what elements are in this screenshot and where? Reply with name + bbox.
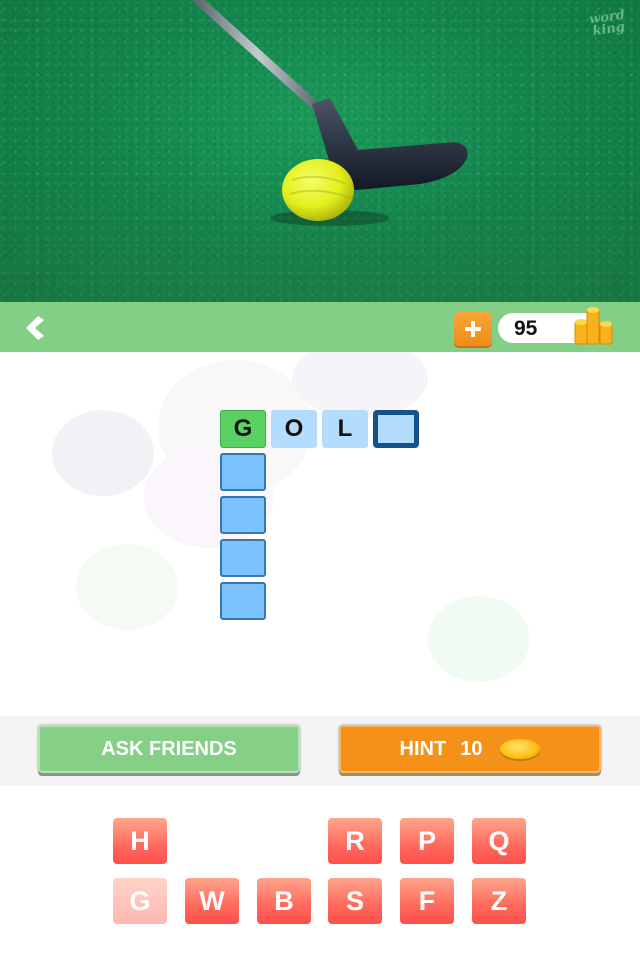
letter-key-f[interactable]: F <box>400 878 454 924</box>
letter-key-r[interactable]: R <box>328 818 382 864</box>
across-tile-3[interactable]: L <box>322 410 368 448</box>
letter-key-w[interactable]: W <box>185 878 239 924</box>
across-tile-2[interactable]: O <box>271 410 317 448</box>
letter-key-z[interactable]: Z <box>472 878 526 924</box>
letter-key-g-used[interactable]: G <box>113 878 167 924</box>
down-tile-5[interactable] <box>220 582 266 620</box>
golf-scene-illustration <box>193 0 468 226</box>
across-tile-1[interactable]: G <box>220 410 266 448</box>
down-tile-4[interactable] <box>220 539 266 577</box>
decor-bubble <box>428 596 530 682</box>
hint-label: HINT <box>399 737 447 760</box>
add-coins-button[interactable] <box>454 312 492 346</box>
decor-bubble <box>76 544 178 630</box>
clue-photo: word king <box>0 0 640 302</box>
decor-bubble <box>52 410 154 496</box>
down-tile-2[interactable] <box>220 453 266 491</box>
club-shaft <box>193 0 323 113</box>
hint-button[interactable]: HINT 10 <box>339 725 601 773</box>
ask-friends-button[interactable]: ASK FRIENDS <box>38 725 300 773</box>
crossword-area: G O L <box>0 352 640 716</box>
action-bar: ASK FRIENDS HINT 10 <box>0 716 640 786</box>
letter-key-q[interactable]: Q <box>472 818 526 864</box>
letter-key-s[interactable]: S <box>328 878 382 924</box>
brand-watermark: word king <box>588 8 628 39</box>
down-tile-3[interactable] <box>220 496 266 534</box>
letter-key-b[interactable]: B <box>257 878 311 924</box>
back-button[interactable] <box>22 314 48 342</box>
ask-friends-label: ASK FRIENDS <box>101 737 237 760</box>
coin-stack-icon <box>574 307 613 345</box>
coin-count: 95 <box>514 317 538 340</box>
decor-bubble <box>292 352 428 418</box>
chevron-left-icon <box>26 316 44 340</box>
letter-key-h[interactable]: H <box>113 818 167 864</box>
across-tile-4-selected[interactable] <box>373 410 419 448</box>
plus-icon-bar <box>471 321 475 337</box>
letter-key-p[interactable]: P <box>400 818 454 864</box>
hint-cost: 10 <box>460 737 483 760</box>
coin-icon <box>500 739 541 759</box>
